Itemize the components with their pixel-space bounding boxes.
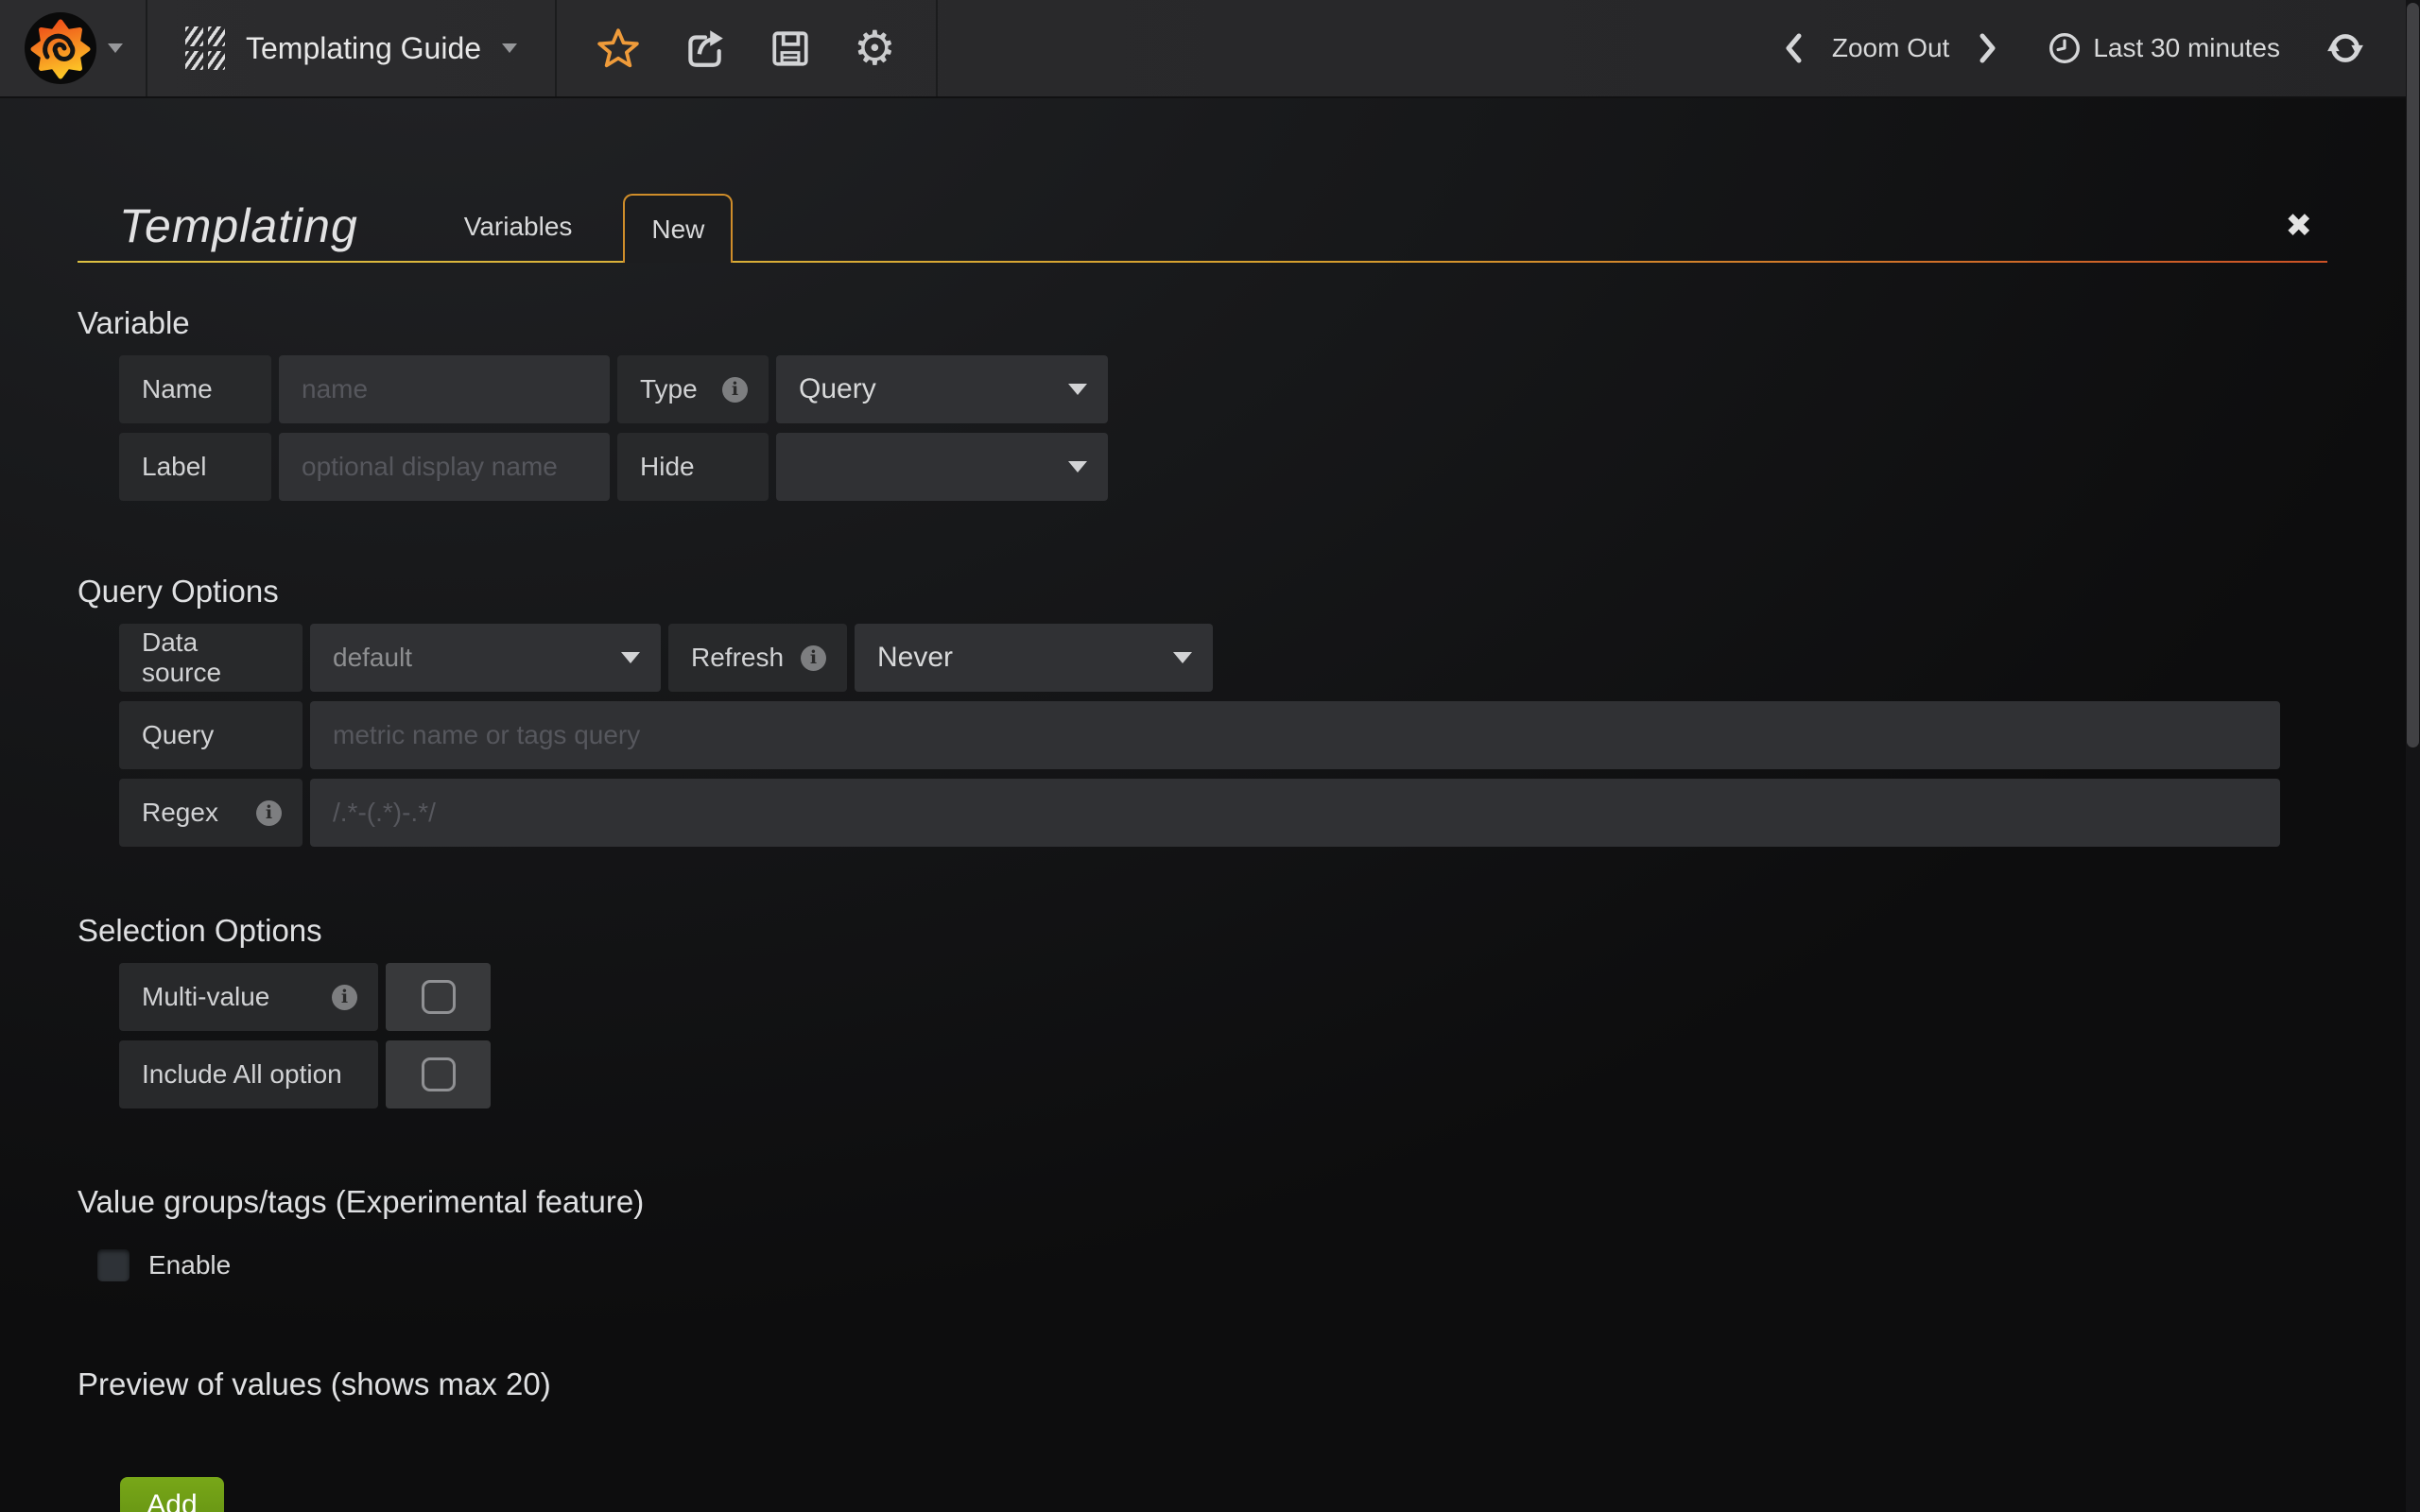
info-icon[interactable]: i (332, 985, 357, 1010)
close-icon[interactable]: ✖ (2286, 210, 2313, 242)
tab-new[interactable]: New (623, 194, 733, 263)
query-label: Query (119, 701, 302, 769)
chevron-down-icon (621, 652, 640, 663)
refresh-button[interactable] (2325, 28, 2365, 68)
include-all-checkbox[interactable] (386, 1040, 491, 1108)
chevron-down-icon (502, 43, 517, 53)
label-label: Label (119, 433, 271, 501)
include-all-row: Include All option (119, 1040, 2327, 1108)
dashboard-title: Templating Guide (246, 31, 481, 66)
regex-row: Regex i (119, 779, 2327, 847)
time-range-label: Last 30 minutes (2093, 33, 2280, 63)
variable-label-row: Label Hide (119, 433, 2327, 501)
datasource-select-value: default (333, 643, 412, 673)
multi-value-row: Multi-value i (119, 963, 2327, 1031)
navbar: Templating Guide ⚙ (0, 0, 2420, 98)
enable-checkbox[interactable] (97, 1249, 130, 1281)
type-select-value: Query (799, 373, 876, 405)
templating-panel: Templating Variables New ✖ Variable Name… (78, 98, 2327, 1512)
variable-name-row: Name Type i Query (119, 355, 2327, 423)
chevron-down-icon (108, 43, 123, 53)
info-icon[interactable]: i (722, 377, 748, 403)
tab-variables[interactable]: Variables (453, 212, 584, 263)
refresh-select-value: Never (877, 642, 953, 674)
time-range-picker[interactable]: Last 30 minutes (2048, 31, 2280, 65)
dashboard-actions: ⚙ (557, 0, 938, 96)
checkbox-icon (422, 980, 456, 1014)
type-label: Type i (617, 355, 769, 423)
templating-tabbar: Templating Variables New ✖ (78, 98, 2327, 263)
timepicker-controls: Zoom Out Last 30 minutes (1783, 0, 2420, 96)
variable-section-heading: Variable (78, 304, 2327, 342)
chevron-down-icon (1068, 384, 1087, 395)
preview-heading: Preview of values (shows max 20) (78, 1366, 2327, 1403)
info-icon[interactable]: i (801, 645, 826, 671)
hide-select[interactable] (776, 433, 1108, 501)
value-groups-heading: Value groups/tags (Experimental feature) (78, 1183, 2327, 1221)
regex-input[interactable] (310, 779, 2280, 847)
include-all-label: Include All option (119, 1040, 378, 1108)
time-shift-left-button[interactable] (1783, 32, 1804, 64)
label-input[interactable] (279, 433, 610, 501)
query-row: Query (119, 701, 2327, 769)
name-label: Name (119, 355, 271, 423)
chevron-down-icon (1173, 652, 1192, 663)
save-button[interactable] (769, 26, 812, 70)
multi-value-checkbox[interactable] (386, 963, 491, 1031)
dashboard-title-button[interactable]: Templating Guide (147, 0, 557, 96)
hide-label: Hide (617, 433, 769, 501)
dashboard-grid-icon (185, 26, 225, 70)
zoom-out-button[interactable]: Zoom Out (1832, 33, 1949, 63)
enable-label: Enable (148, 1250, 231, 1280)
checkbox-icon (422, 1057, 456, 1091)
multi-value-label: Multi-value i (119, 963, 378, 1031)
clock-icon (2048, 31, 2082, 65)
chevron-down-icon (1068, 461, 1087, 472)
time-shift-right-button[interactable] (1978, 32, 1998, 64)
add-button[interactable]: Add (120, 1477, 224, 1512)
scrollbar-thumb[interactable] (2407, 3, 2419, 747)
info-icon[interactable]: i (256, 800, 282, 826)
name-input[interactable] (279, 355, 610, 423)
selection-options-heading: Selection Options (78, 912, 2327, 950)
grafana-logo-icon (23, 10, 98, 86)
query-input[interactable] (310, 701, 2280, 769)
enable-row: Enable (97, 1249, 2327, 1281)
star-button[interactable] (596, 26, 640, 70)
type-select[interactable]: Query (776, 355, 1108, 423)
settings-gear-button[interactable]: ⚙ (854, 25, 896, 72)
datasource-label: Data source (119, 624, 302, 692)
share-button[interactable] (682, 26, 727, 71)
refresh-select[interactable]: Never (855, 624, 1213, 692)
datasource-row: Data source default Refresh i Never (119, 624, 2327, 692)
page-title: Templating (78, 198, 358, 263)
datasource-select[interactable]: default (310, 624, 661, 692)
refresh-label: Refresh i (668, 624, 847, 692)
regex-label: Regex i (119, 779, 302, 847)
grafana-menu-button[interactable] (0, 0, 147, 96)
query-options-heading: Query Options (78, 573, 2327, 610)
